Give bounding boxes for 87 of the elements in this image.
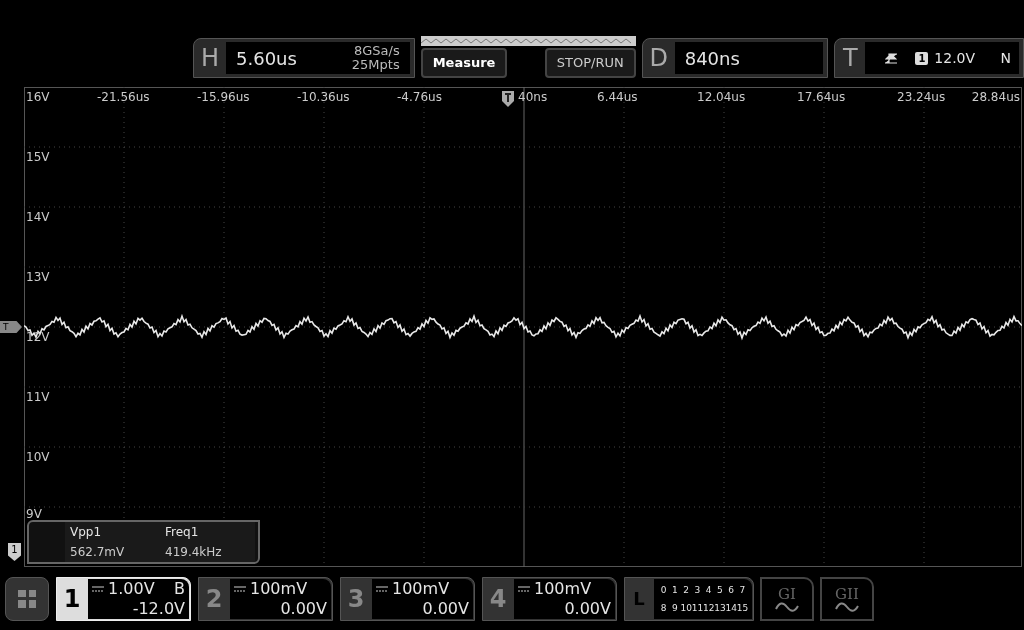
logic-bit: 7: [738, 583, 747, 597]
dc-coupling-icon: [92, 585, 104, 592]
logic-bit: 4: [704, 583, 713, 597]
time-label: 17.64us: [797, 89, 846, 106]
voltage-label: 16V: [26, 89, 50, 106]
channel-marker[interactable]: 1: [8, 543, 21, 561]
trigger-letter: T: [842, 43, 859, 74]
sine-wave-icon: [775, 601, 799, 612]
trigger-panel[interactable]: T 1 12.0V N: [834, 38, 1024, 78]
rising-edge-icon: [885, 51, 898, 65]
stop-run-button[interactable]: STOP/RUN: [544, 48, 636, 78]
channel-scale: 1.00V: [108, 578, 155, 599]
channel-offset: -12.0V: [132, 598, 185, 619]
measurement-value: 562.7mV: [70, 544, 126, 561]
voltage-label: 14V: [26, 209, 50, 226]
generator-button[interactable]: GII: [820, 576, 874, 621]
sample-rate: 8GSa/s: [353, 44, 400, 58]
menu-square-icon: [28, 600, 36, 608]
trigger-level-marker[interactable]: T: [0, 321, 22, 333]
generator-button[interactable]: GI: [760, 576, 814, 621]
measurement-name: Freq1: [165, 524, 200, 541]
horizontal-panel[interactable]: H 5.60us 8GSa/s 25Mpts: [193, 38, 415, 78]
channel-panel[interactable]: 4 100mV 0.00V: [482, 576, 617, 621]
timebase-value: 5.60us: [236, 46, 297, 71]
channel-scale: 100mV: [250, 578, 308, 599]
channel-offset: 0.00V: [564, 598, 611, 619]
channel-offset: 0.00V: [280, 598, 327, 619]
time-label: 23.24us: [897, 89, 946, 106]
dc-coupling-icon: [376, 585, 388, 592]
time-label: 6.44us: [597, 89, 638, 106]
trigger-mode: N: [1000, 48, 1011, 68]
menu-button[interactable]: [5, 576, 49, 621]
memory-depth: 25Mpts: [351, 58, 400, 72]
menu-square-icon: [18, 589, 26, 597]
logic-bit: 14: [725, 601, 737, 615]
sine-wave-icon: [835, 601, 859, 612]
voltage-label: 10V: [26, 449, 50, 466]
channel-number: 3: [346, 583, 366, 615]
channel-offset: 0.00V: [422, 598, 469, 619]
channel-scale: 100mV: [534, 578, 592, 599]
logic-bit: 15: [736, 601, 748, 615]
voltage-label: 11V: [26, 389, 50, 406]
trigger-position-marker-icon[interactable]: [502, 91, 514, 107]
dc-coupling-icon: [234, 585, 246, 592]
measurement-value: 419.4kHz: [165, 544, 223, 561]
delay-letter: D: [648, 43, 669, 74]
measurement-name: Vpp1: [70, 524, 103, 541]
voltage-label: 12V: [26, 329, 50, 346]
menu-square-icon: [28, 589, 36, 597]
logic-bit: 10: [680, 601, 692, 615]
logic-bit: 13: [714, 601, 726, 615]
voltage-label: 9V: [26, 506, 42, 523]
logic-bit: 9: [671, 601, 679, 615]
voltage-label: 13V: [26, 269, 50, 286]
voltage-label: 15V: [26, 149, 50, 166]
channel-panel[interactable]: 1 1.00V B -12.0V: [56, 576, 191, 621]
trigger-source: 1: [915, 51, 929, 65]
bandwidth-label: B: [174, 578, 185, 599]
dc-coupling-icon: [518, 585, 530, 592]
logic-bit: 6: [727, 583, 735, 597]
channel-scale: 100mV: [392, 578, 450, 599]
channel-number: 4: [488, 583, 508, 615]
logic-bit: 1: [671, 583, 679, 597]
channel-number: 1: [62, 583, 82, 615]
time-label: -21.56us: [97, 89, 150, 106]
channel-number: 2: [204, 583, 224, 615]
logic-bit: 11: [691, 601, 703, 615]
logic-bit: 3: [693, 583, 702, 597]
time-label: 40ns: [518, 89, 548, 106]
logic-bit: 5: [716, 583, 724, 597]
logic-bit: 12: [703, 601, 715, 615]
trigger-level: 12.0V: [934, 48, 976, 68]
channel-panel[interactable]: 3 100mV 0.00V: [340, 576, 475, 621]
time-label: -15.96us: [197, 89, 250, 106]
horizontal-letter: H: [199, 43, 220, 74]
time-label: -4.76us: [397, 89, 442, 106]
delay-value: 840ns: [684, 46, 740, 71]
logic-bit: 8: [659, 601, 668, 615]
delay-panel[interactable]: D 840ns: [641, 38, 829, 78]
time-label: -10.36us: [297, 89, 350, 106]
menu-square-icon: [18, 600, 26, 608]
time-label: 28.84us: [971, 89, 1020, 106]
logic-bit: 0: [659, 583, 668, 597]
logic-bit: 2: [682, 583, 690, 597]
measure-button[interactable]: Measure: [420, 48, 508, 78]
time-label: 12.04us: [697, 89, 746, 106]
channel-panel[interactable]: 2 100mV 0.00V: [198, 576, 333, 621]
